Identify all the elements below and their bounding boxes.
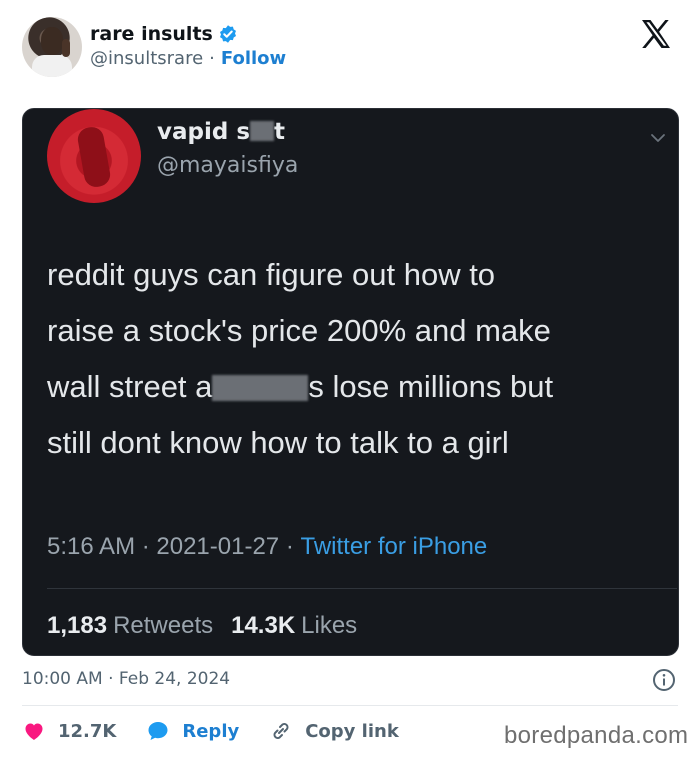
text-redaction: [212, 375, 309, 401]
tweet-line-3: wall street a s lose millions but: [47, 359, 667, 415]
tweet-line-3-prefix: wall street a: [47, 369, 213, 404]
retweets-label: Retweets: [113, 612, 214, 639]
action-bar: 12.7K Reply Copy link: [22, 718, 429, 744]
retweets-count: 1,183: [47, 612, 108, 639]
embedded-date: 2021-01-27: [156, 533, 280, 560]
reply-bubble-icon: [148, 722, 168, 740]
embedded-handle: @mayaisfiya: [157, 153, 299, 178]
author-handle-row: @insultsrare · Follow: [90, 48, 286, 69]
x-logo-icon[interactable]: [640, 18, 672, 50]
avatar-figure: [75, 125, 113, 189]
likes-count: 14.3K: [231, 612, 296, 639]
embedded-name-suffix: t: [274, 119, 286, 145]
embedded-display-name: vapid s t: [157, 119, 285, 145]
embedded-stats: 1,183 Retweets 14.3K Likes: [47, 612, 357, 640]
avatar-hand: [62, 39, 70, 57]
handle-separator: ·: [209, 48, 215, 69]
chevron-down-icon: [651, 134, 665, 142]
name-redaction: [250, 121, 275, 141]
meta-sep-1: ·: [135, 533, 157, 560]
avatar-shirt: [32, 55, 72, 77]
like-count: 12.7K: [58, 720, 117, 742]
reply-button[interactable]: Reply: [146, 719, 239, 743]
info-icon[interactable]: [652, 668, 676, 692]
author-avatar[interactable]: [22, 17, 82, 77]
embedded-source: Twitter for iPhone: [300, 533, 488, 560]
embedded-tweet-text: reddit guys can figure out how to raise …: [47, 247, 667, 471]
footer-divider: [22, 705, 678, 706]
post-timestamp[interactable]: 10:00 AM · Feb 24, 2024: [22, 669, 230, 689]
likes-label: Likes: [301, 612, 358, 639]
follow-button[interactable]: Follow: [221, 48, 286, 69]
meta-sep-2: ·: [279, 533, 301, 560]
embedded-divider: [47, 588, 677, 589]
tweet-line-3-suffix: s lose millions but: [308, 369, 554, 404]
like-button[interactable]: 12.7K: [22, 719, 116, 743]
embedded-meta: 5:16 AM · 2021-01-27 · Twitter for iPhon…: [47, 533, 487, 561]
tweet-line-4: still dont know how to talk to a girl: [47, 425, 509, 460]
embedded-author-avatar: [47, 109, 141, 203]
watermark: boredpanda.com: [504, 722, 689, 749]
embedded-tweet-image[interactable]: vapid s t @mayaisfiya reddit guys can fig…: [22, 108, 679, 656]
avatar-head: [41, 27, 63, 55]
heart-icon: [25, 723, 43, 740]
tweet-header: rare insults @insultsrare · Follow: [0, 0, 700, 100]
link-icon: [273, 723, 289, 739]
copy-link-button[interactable]: Copy link: [269, 719, 399, 743]
verified-badge-icon: [219, 25, 236, 43]
tweet-line-2: raise a stock's price 200% and make: [47, 313, 551, 348]
reply-label: Reply: [182, 720, 240, 742]
embedded-time: 5:16 AM: [47, 533, 136, 560]
author-name-row: rare insults: [90, 22, 238, 46]
author-handle[interactable]: @insultsrare: [90, 48, 203, 69]
tweet-line-1: reddit guys can figure out how to: [47, 257, 496, 292]
copy-link-label: Copy link: [305, 720, 399, 742]
author-display-name[interactable]: rare insults: [90, 23, 213, 45]
stats-gap: [213, 612, 231, 640]
embedded-name-prefix: vapid s: [157, 119, 251, 145]
